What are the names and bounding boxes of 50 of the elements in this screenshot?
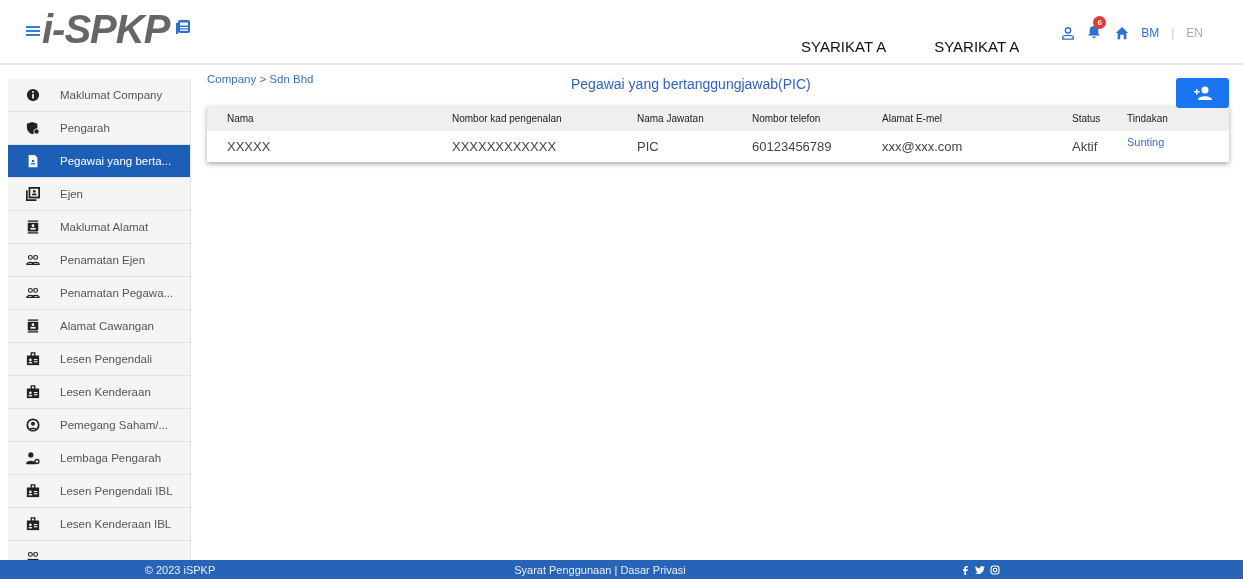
column-header: Nombor telefon [732, 106, 862, 131]
copyright: © 2023 iSPKP [143, 563, 217, 576]
user-icon[interactable] [1061, 26, 1076, 40]
column-header: Nombor kad pengenalan [432, 106, 617, 131]
people-icon [26, 253, 40, 267]
column-header: Nama [207, 106, 432, 131]
id-badge-icon [26, 385, 40, 399]
contact-card-icon [26, 319, 40, 333]
newspaper-icon[interactable] [175, 19, 192, 35]
footer-links[interactable]: Syarat Penggunaan | Dasar Privasi [360, 563, 840, 576]
person-gear-icon [26, 451, 40, 465]
edit-link[interactable]: Sunting [1107, 131, 1229, 162]
separator: | [1171, 26, 1175, 40]
people-icon [26, 550, 40, 560]
breadcrumb[interactable]: Company > Sdn Bhd [207, 73, 314, 85]
table-cell: Aktif [1052, 131, 1107, 162]
table-cell: xxx@xxx.com [862, 131, 1052, 162]
table-cell: XXXXX [207, 131, 432, 162]
company-name: SYARIKAT A [934, 38, 1020, 57]
contact-book-icon [26, 187, 40, 201]
menu-icon[interactable] [26, 25, 40, 37]
add-person-icon [1192, 85, 1213, 101]
id-badge-icon [26, 352, 40, 366]
instagram-icon[interactable] [990, 564, 1000, 575]
column-header: Status [1052, 106, 1107, 131]
document-icon [26, 154, 40, 168]
add-person-button[interactable] [1176, 78, 1229, 108]
id-badge-icon [26, 517, 40, 531]
people-icon [26, 286, 40, 300]
id-badge-icon [26, 484, 40, 498]
person-circle-icon [26, 418, 40, 432]
info-icon [26, 88, 40, 102]
facebook-icon[interactable] [960, 564, 970, 575]
notification-badge: 6 [1093, 16, 1107, 29]
language-link[interactable]: BM [1141, 26, 1160, 40]
contact-card-icon [26, 220, 40, 234]
column-header: Alamat E-mel [862, 106, 1052, 131]
page-title: Pegawai yang bertanggungjawab(PIC) [571, 76, 811, 92]
table-cell: XXXXXXXXXXXX [432, 131, 617, 162]
column-header: Nama Jawatan [617, 106, 732, 131]
sidebar-item[interactable]: Pegawai yang berta... [8, 145, 190, 178]
table-cell: PIC [617, 131, 732, 162]
company-name: SYARIKAT A [801, 38, 887, 57]
shield-icon [26, 121, 40, 135]
column-header: Tindakan [1107, 106, 1229, 131]
table-cell: 60123456789 [732, 131, 862, 162]
twitter-icon[interactable] [975, 564, 985, 575]
bell-icon[interactable] [1087, 25, 1102, 39]
logo: i-SPKP [42, 9, 170, 49]
home-icon[interactable] [1115, 26, 1130, 40]
